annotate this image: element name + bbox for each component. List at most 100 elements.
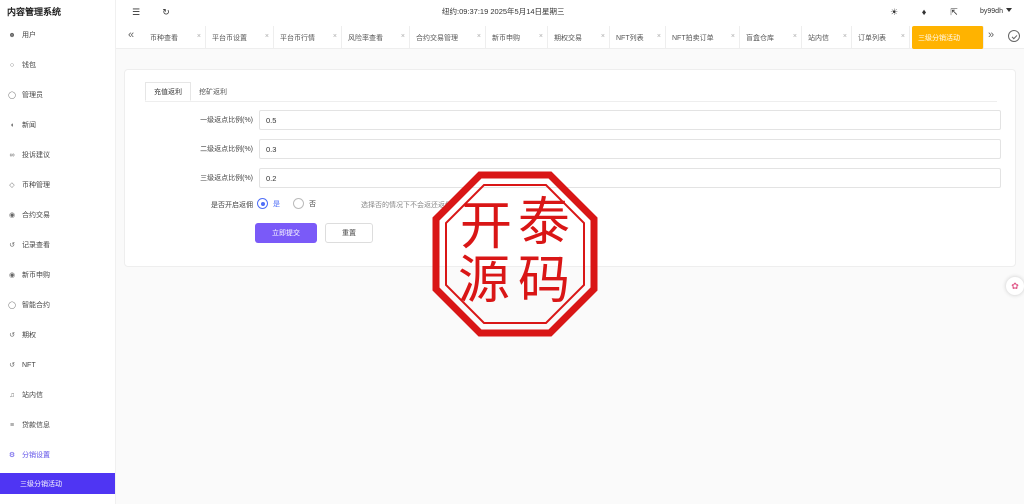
tab-contract-management[interactable]: 合约交易管理 × [410, 26, 486, 49]
close-icon[interactable]: × [539, 33, 543, 40]
sidebar-item-nft[interactable]: ↺ NFT [0, 355, 115, 375]
level-3-rate-input[interactable] [259, 168, 1001, 188]
subtabs-divider [145, 101, 997, 102]
sidebar-item-label: 币种管理 [22, 182, 50, 189]
sidebar-subitem-three-level[interactable]: 三级分销活动 [0, 473, 115, 494]
tag-icon[interactable]: ♦ [919, 7, 929, 17]
tab-label: 期权交易 [554, 34, 582, 42]
close-icon[interactable]: × [333, 33, 337, 40]
radio-yes[interactable]: 是 [257, 198, 280, 209]
tab-label: 新币申购 [492, 34, 520, 42]
sidebar-item-label: 站内信 [22, 392, 43, 399]
stamp-char-1: 开 [460, 197, 513, 257]
sidebar-item-label: 管理员 [22, 92, 43, 99]
fullscreen-icon[interactable]: ⇱ [949, 7, 959, 17]
coin-icon: ◇ [9, 182, 15, 189]
tabs-prev-icon[interactable]: « [128, 29, 134, 41]
close-icon[interactable]: × [265, 33, 269, 40]
sidebar-item-label: 新闻 [22, 122, 36, 129]
sidebar-item-label: 分销设置 [22, 452, 50, 459]
sidebar-item-news[interactable]: ◖ 新闻 [0, 115, 115, 135]
tab-nft-list[interactable]: NFT列表 × [610, 26, 666, 49]
sidebar-item-loan[interactable]: ≡ 贷款信息 [0, 415, 115, 435]
subtab-recharge-rebate[interactable]: 充值返利 [145, 82, 191, 101]
sidebar-item-admin[interactable]: ◯ 管理员 [0, 85, 115, 105]
sidebar-item-coin[interactable]: ◇ 币种管理 [0, 175, 115, 195]
menu-fold-icon[interactable]: ☰ [131, 7, 141, 17]
subtab-mining-rebate[interactable]: 挖矿返利 [191, 82, 235, 101]
field-label: 是否开启返佣 [211, 202, 253, 209]
tab-label: 风险率查看 [348, 34, 383, 42]
tab-new-coin-subscribe[interactable]: 新币申购 × [486, 26, 548, 49]
field-label: 一级返点比例(%) [200, 117, 253, 124]
news-icon: ◖ [9, 121, 15, 129]
tab-blind-box[interactable]: 盲盒仓库 × [740, 26, 802, 49]
close-icon[interactable]: × [401, 33, 405, 40]
tab-risk-rate[interactable]: 风险率查看 × [342, 26, 410, 49]
app-title: 内容管理系统 [7, 7, 62, 17]
sidebar-item-distribution[interactable]: ⚙ 分销设置 [0, 445, 115, 465]
form-subtabs: 充值返利 挖矿返利 [145, 82, 235, 101]
tab-label: 站内信 [808, 34, 829, 42]
sidebar-item-smart-contract[interactable]: ◯ 智能合约 [0, 295, 115, 315]
sidebar-item-label: 记录查看 [22, 242, 50, 249]
submit-button[interactable]: 立即提交 [255, 223, 317, 243]
close-icon[interactable]: × [657, 33, 661, 40]
theme-icon[interactable]: ☀ [889, 7, 899, 17]
subscribe-icon: ◉ [8, 272, 16, 279]
radio-yes-label: 是 [273, 200, 280, 208]
refresh-icon[interactable]: ↻ [161, 7, 171, 17]
radio-no[interactable]: 否 [293, 198, 316, 209]
stamp-char-3: 源 [458, 251, 511, 311]
tabs-close-all-icon[interactable] [1008, 30, 1020, 42]
stamp-char-4: 码 [518, 251, 571, 311]
username: by99dh [980, 8, 1003, 15]
tab-option-trade[interactable]: 期权交易 × [548, 26, 610, 49]
sidebar-item-message[interactable]: ♫ 站内信 [0, 385, 115, 405]
close-icon[interactable]: × [477, 33, 481, 40]
sidebar-item-feedback[interactable]: ∞ 投诉建议 [0, 145, 115, 165]
sidebar-item-subscribe[interactable]: ◉ 新币申购 [0, 265, 115, 285]
sidebar-item-label: 贷款信息 [22, 422, 50, 429]
user-menu[interactable]: by99dh [980, 8, 1012, 15]
sidebar-item-contract[interactable]: ◉ 合约交易 [0, 205, 115, 225]
close-icon[interactable]: × [197, 33, 201, 40]
tab-label: 平台币行情 [280, 34, 315, 42]
sidebar-item-user[interactable]: ☻ 用户 [0, 25, 115, 45]
tab-platform-coin-settings[interactable]: 平台币设置 × [206, 26, 274, 49]
sidebar-item-label: 期权 [22, 332, 36, 339]
reset-button[interactable]: 重置 [325, 223, 373, 243]
close-icon[interactable]: × [793, 33, 797, 40]
close-icon[interactable]: × [731, 33, 735, 40]
tab-three-level-distribution[interactable]: 三级分销活动 [912, 26, 984, 49]
sidebar-item-label: 投诉建议 [22, 152, 50, 159]
tab-inbox[interactable]: 站内信 × [802, 26, 852, 49]
tab-coin-view[interactable]: 币种查看 × [144, 26, 206, 49]
radio-dot [293, 198, 304, 209]
caret-down-icon [1005, 8, 1012, 12]
sidebar-item-label: 智能合约 [22, 302, 50, 309]
app-root: 内容管理系统 ☻ 用户 ○ 钱包 ◯ 管理员 ◖ 新闻 ∞ 投诉建议 ◇ 币种管… [0, 0, 1024, 504]
sidebar-item-wallet[interactable]: ○ 钱包 [0, 55, 115, 75]
wallet-icon: ○ [9, 61, 15, 69]
tab-platform-coin-market[interactable]: 平台币行情 × [274, 26, 342, 49]
field-label: 二级返点比例(%) [200, 146, 253, 153]
sidebar-item-label: 钱包 [22, 62, 36, 69]
close-icon[interactable]: × [901, 33, 905, 40]
tab-label: 三级分销活动 [918, 34, 960, 42]
sidebar-item-option[interactable]: ↺ 期权 [0, 325, 115, 345]
clock-text: 纽约:09:37:19 2025年5月14日星期三 [442, 7, 565, 16]
tab-nft-auction[interactable]: NFT拍卖订单 × [666, 26, 740, 49]
close-icon[interactable]: × [843, 33, 847, 40]
level-2-rate-input[interactable] [259, 139, 1001, 159]
tab-label: 盲盒仓库 [746, 34, 774, 42]
tabs-next-icon[interactable]: » [988, 29, 994, 41]
close-icon[interactable]: × [601, 33, 605, 40]
floating-settings-button[interactable]: ✿ [1006, 277, 1024, 295]
field-label: 三级返点比例(%) [200, 175, 253, 182]
sidebar-item-record[interactable]: ↺ 记录查看 [0, 235, 115, 255]
level-1-rate-input[interactable] [259, 110, 1001, 130]
tab-order-list[interactable]: 订单列表 × [852, 26, 910, 49]
gear-icon: ⚙ [8, 452, 16, 459]
sidebar-item-label: 用户 [22, 32, 36, 39]
